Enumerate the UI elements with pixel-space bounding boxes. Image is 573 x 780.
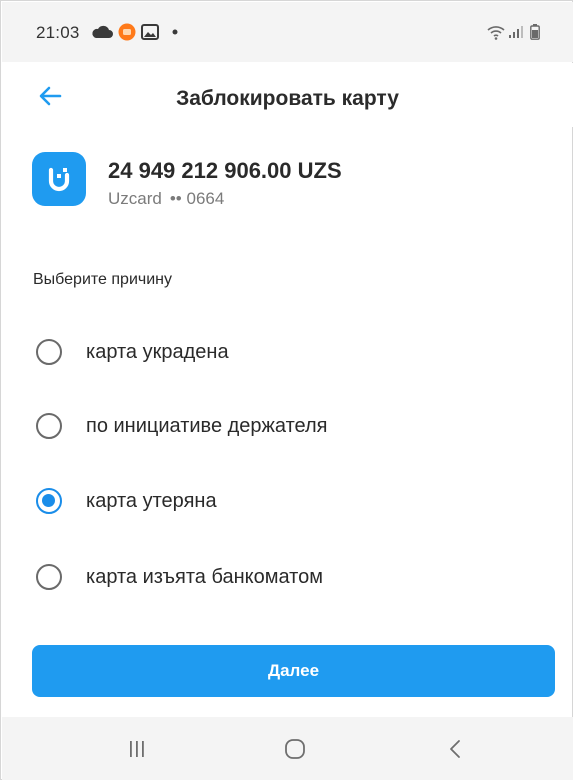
gallery-icon: [140, 23, 160, 41]
dot-icon: [170, 23, 180, 41]
radio-unchecked-icon[interactable]: [36, 564, 62, 590]
page-title: Заблокировать карту: [176, 87, 399, 110]
reason-option-label: карта украдена: [86, 340, 229, 363]
radio-unchecked-icon[interactable]: [36, 339, 62, 365]
phone-screen: 21:03 Заблокировать карту 24 949 212 906…: [0, 0, 573, 780]
card-masked-number: •• 0664: [169, 189, 225, 208]
reason-option-label: по инициативе держателя: [86, 414, 328, 437]
status-time: 21:03: [36, 23, 80, 42]
system-nav-bar: [2, 717, 573, 780]
signal-icon: [507, 23, 525, 41]
radio-unchecked-icon[interactable]: [36, 413, 62, 439]
card-details: Uzcard •• 0664: [108, 189, 224, 209]
card-balance: 24 949 212 906.00 UZS: [108, 158, 342, 183]
reason-option-stolen[interactable]: карта украдена: [2, 321, 573, 383]
card-brand: Uzcard: [108, 189, 162, 208]
battery-icon: [529, 23, 541, 41]
reason-option-label: карта изъята банкоматом: [86, 565, 323, 588]
reason-option-label: карта утеряна: [86, 489, 217, 512]
reason-option-lost[interactable]: карта утеряна: [2, 470, 573, 532]
next-button[interactable]: Далее: [32, 645, 555, 697]
status-bar: 21:03: [2, 2, 573, 62]
home-icon[interactable]: [270, 731, 320, 767]
reason-option-holder-initiative[interactable]: по инициативе держателя: [2, 395, 573, 457]
reason-option-retained-by-atm[interactable]: карта изъята банкоматом: [2, 546, 573, 608]
cloud-icon: [90, 23, 114, 41]
uzcard-logo-icon: [32, 152, 86, 206]
back-icon[interactable]: [430, 731, 480, 767]
app-header: Заблокировать карту: [2, 63, 573, 127]
reason-section-label: Выберите причину: [33, 271, 172, 288]
radio-checked-icon[interactable]: [36, 488, 62, 514]
app-notification-icon: [118, 23, 136, 41]
recents-icon[interactable]: [112, 731, 162, 767]
wifi-icon: [486, 23, 506, 41]
